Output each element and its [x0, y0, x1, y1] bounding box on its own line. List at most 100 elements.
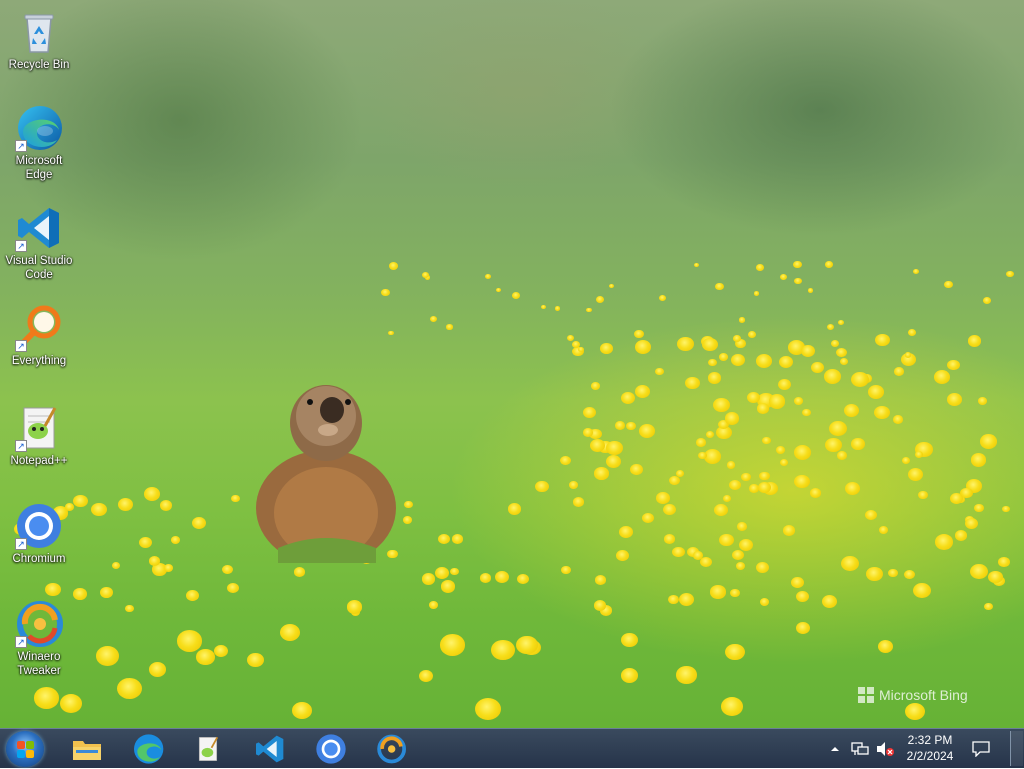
- flower: [695, 438, 706, 447]
- bing-watermark: Microsoft Bing: [858, 687, 968, 703]
- flower: [73, 588, 87, 600]
- flower: [934, 369, 951, 384]
- flower: [748, 330, 757, 338]
- flower: [802, 408, 811, 416]
- windows-logo-icon: [17, 741, 25, 749]
- flower: [100, 587, 113, 598]
- flower: [840, 555, 859, 571]
- taskbar-vscode[interactable]: [248, 732, 292, 766]
- flower: [668, 595, 679, 605]
- desktop-icon-chromium[interactable]: ↗ Chromium: [2, 502, 76, 566]
- flower: [634, 330, 644, 339]
- flower: [630, 463, 643, 475]
- flower: [998, 556, 1010, 567]
- flower: [825, 261, 834, 268]
- desktop-icon-label: Winaero Tweaker: [17, 651, 61, 677]
- start-button[interactable]: [6, 731, 44, 767]
- desktop-icon-microsoft-edge[interactable]: ↗ Microsoft Edge: [2, 104, 76, 182]
- flower: [878, 525, 889, 534]
- flower: [507, 503, 522, 515]
- flower: [620, 668, 639, 684]
- flower: [810, 361, 824, 373]
- flower: [663, 534, 676, 544]
- desktop-icon-winaero-tweaker[interactable]: ↗ Winaero Tweaker: [2, 600, 76, 678]
- flower: [794, 474, 810, 488]
- flower: [176, 629, 203, 652]
- flower: [720, 696, 743, 716]
- taskbar-clock[interactable]: 2:32 PM 2/2/2024: [896, 732, 964, 764]
- flower: [479, 573, 492, 583]
- desktop-icon-notepadpp[interactable]: ↗ Notepad++: [2, 404, 76, 468]
- flower: [439, 634, 466, 656]
- flower: [451, 534, 464, 544]
- flower: [608, 283, 615, 289]
- flower: [867, 385, 884, 399]
- flower: [912, 268, 920, 275]
- taskbar-chromium[interactable]: [309, 732, 353, 766]
- flower: [901, 457, 910, 465]
- flower: [144, 487, 160, 501]
- desktop-icon-label: Chromium: [12, 553, 66, 565]
- flower: [943, 280, 953, 289]
- flower: [148, 556, 160, 566]
- desktop-wallpaper[interactable]: Microsoft Bing: [0, 0, 1024, 728]
- flower: [590, 382, 600, 390]
- flower: [830, 340, 839, 348]
- show-hidden-icons-button[interactable]: [830, 729, 840, 769]
- taskbar-winaero-tweaker[interactable]: [369, 732, 413, 766]
- volume-tray-button[interactable]: [876, 729, 894, 769]
- flower: [755, 353, 773, 368]
- flower: [807, 287, 814, 293]
- flower: [977, 397, 987, 405]
- flower: [139, 536, 153, 548]
- flower: [780, 273, 788, 280]
- shortcut-arrow-icon: ↗: [15, 340, 27, 352]
- flower: [1006, 270, 1015, 278]
- flower: [775, 446, 785, 455]
- desktop-icon-label: Visual Studio Code: [5, 255, 73, 281]
- shortcut-arrow-icon: ↗: [15, 636, 27, 648]
- flower: [935, 534, 953, 550]
- desktop-icon-recycle-bin[interactable]: Recycle Bin: [2, 8, 76, 72]
- flower: [730, 588, 740, 597]
- clock-time: 2:32 PM: [907, 733, 953, 747]
- bing-watermark-text: Microsoft Bing: [879, 687, 968, 703]
- flower: [419, 669, 434, 682]
- flower: [654, 367, 664, 376]
- desktop-icon-everything[interactable]: ↗ Everything: [2, 304, 76, 368]
- flower: [947, 393, 962, 406]
- volume-muted-icon: [877, 742, 894, 756]
- notepadpp-icon: [198, 736, 219, 761]
- flower: [707, 372, 721, 384]
- flower: [677, 336, 695, 352]
- flower: [171, 536, 181, 544]
- taskbar-file-explorer[interactable]: [65, 732, 109, 766]
- flower: [838, 319, 844, 325]
- flower: [904, 702, 925, 721]
- flower: [768, 394, 786, 409]
- taskbar-edge[interactable]: [126, 732, 170, 766]
- shortcut-arrow-icon: ↗: [15, 440, 27, 452]
- flower: [149, 662, 167, 677]
- flower: [793, 445, 811, 460]
- desktop-icon-visual-studio-code[interactable]: ↗ Visual Studio Code: [2, 204, 76, 282]
- flower: [800, 344, 816, 357]
- network-tray-button[interactable]: [851, 729, 869, 769]
- flower: [577, 346, 584, 352]
- flower: [697, 451, 707, 460]
- taskbar: 2:32 PM 2/2/2024: [0, 728, 1024, 768]
- flower: [969, 564, 988, 580]
- winaero-tweaker-icon: [377, 734, 406, 764]
- action-center-button[interactable]: [972, 729, 990, 769]
- flower: [965, 517, 979, 529]
- flower: [662, 503, 676, 515]
- flower: [710, 585, 726, 599]
- shortcut-arrow-icon: ↗: [15, 140, 27, 152]
- chevron-up-icon: [831, 747, 839, 751]
- flower: [725, 412, 740, 425]
- flower: [809, 488, 821, 498]
- flower: [864, 509, 878, 521]
- desktop-icon-label: Notepad++: [10, 455, 68, 467]
- show-desktop-button[interactable]: [1010, 731, 1023, 766]
- taskbar-notepadpp[interactable]: [186, 732, 230, 766]
